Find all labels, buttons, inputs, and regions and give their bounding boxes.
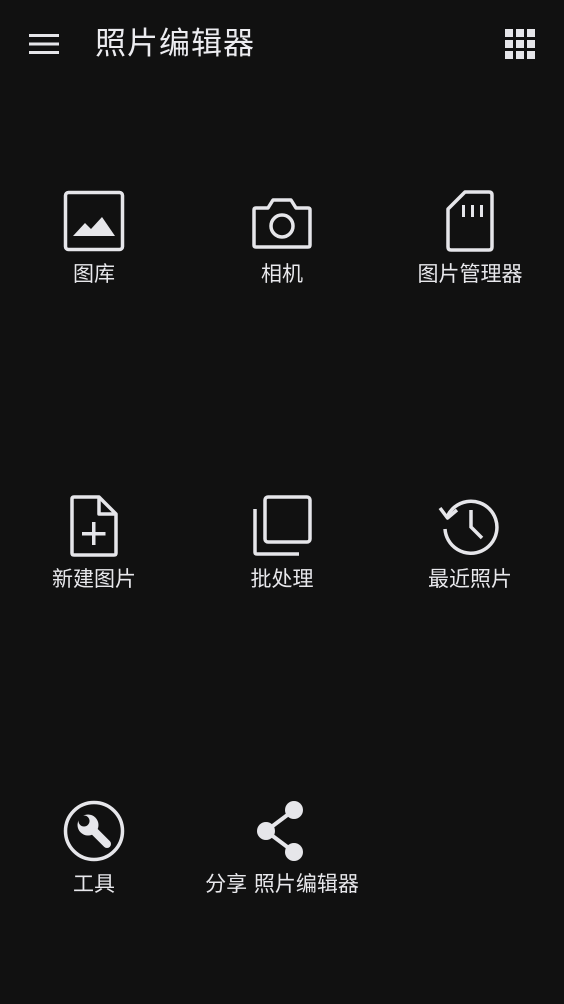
tile-tools[interactable]: 工具 bbox=[0, 798, 188, 948]
app-bar: 照片编辑器 bbox=[0, 0, 564, 88]
tile-share[interactable]: 分享 照片编辑器 bbox=[188, 798, 376, 948]
tile-batch[interactable]: 批处理 bbox=[188, 493, 376, 643]
sd-card-icon bbox=[437, 188, 503, 254]
share-icon bbox=[249, 798, 315, 864]
image-gallery-icon bbox=[61, 188, 127, 254]
tile-label: 分享 照片编辑器 bbox=[205, 872, 359, 896]
apps-button[interactable] bbox=[498, 22, 542, 66]
tile-recent-photos[interactable]: 最近照片 bbox=[376, 493, 564, 643]
apps-grid-icon bbox=[505, 29, 535, 59]
tile-camera[interactable]: 相机 bbox=[188, 188, 376, 338]
hamburger-menu-icon bbox=[28, 32, 60, 56]
app-title: 照片编辑器 bbox=[95, 26, 255, 62]
menu-button[interactable] bbox=[22, 22, 66, 66]
tile-gallery[interactable]: 图库 bbox=[0, 188, 188, 338]
new-file-icon bbox=[61, 493, 127, 559]
wrench-icon bbox=[61, 798, 127, 864]
camera-icon bbox=[249, 188, 315, 254]
tile-label: 图片管理器 bbox=[417, 262, 523, 286]
tile-label: 最近照片 bbox=[428, 567, 512, 591]
tile-new-image[interactable]: 新建图片 bbox=[0, 493, 188, 643]
tile-image-manager[interactable]: 图片管理器 bbox=[376, 188, 564, 338]
batch-copy-icon bbox=[249, 493, 315, 559]
history-icon bbox=[437, 493, 503, 559]
